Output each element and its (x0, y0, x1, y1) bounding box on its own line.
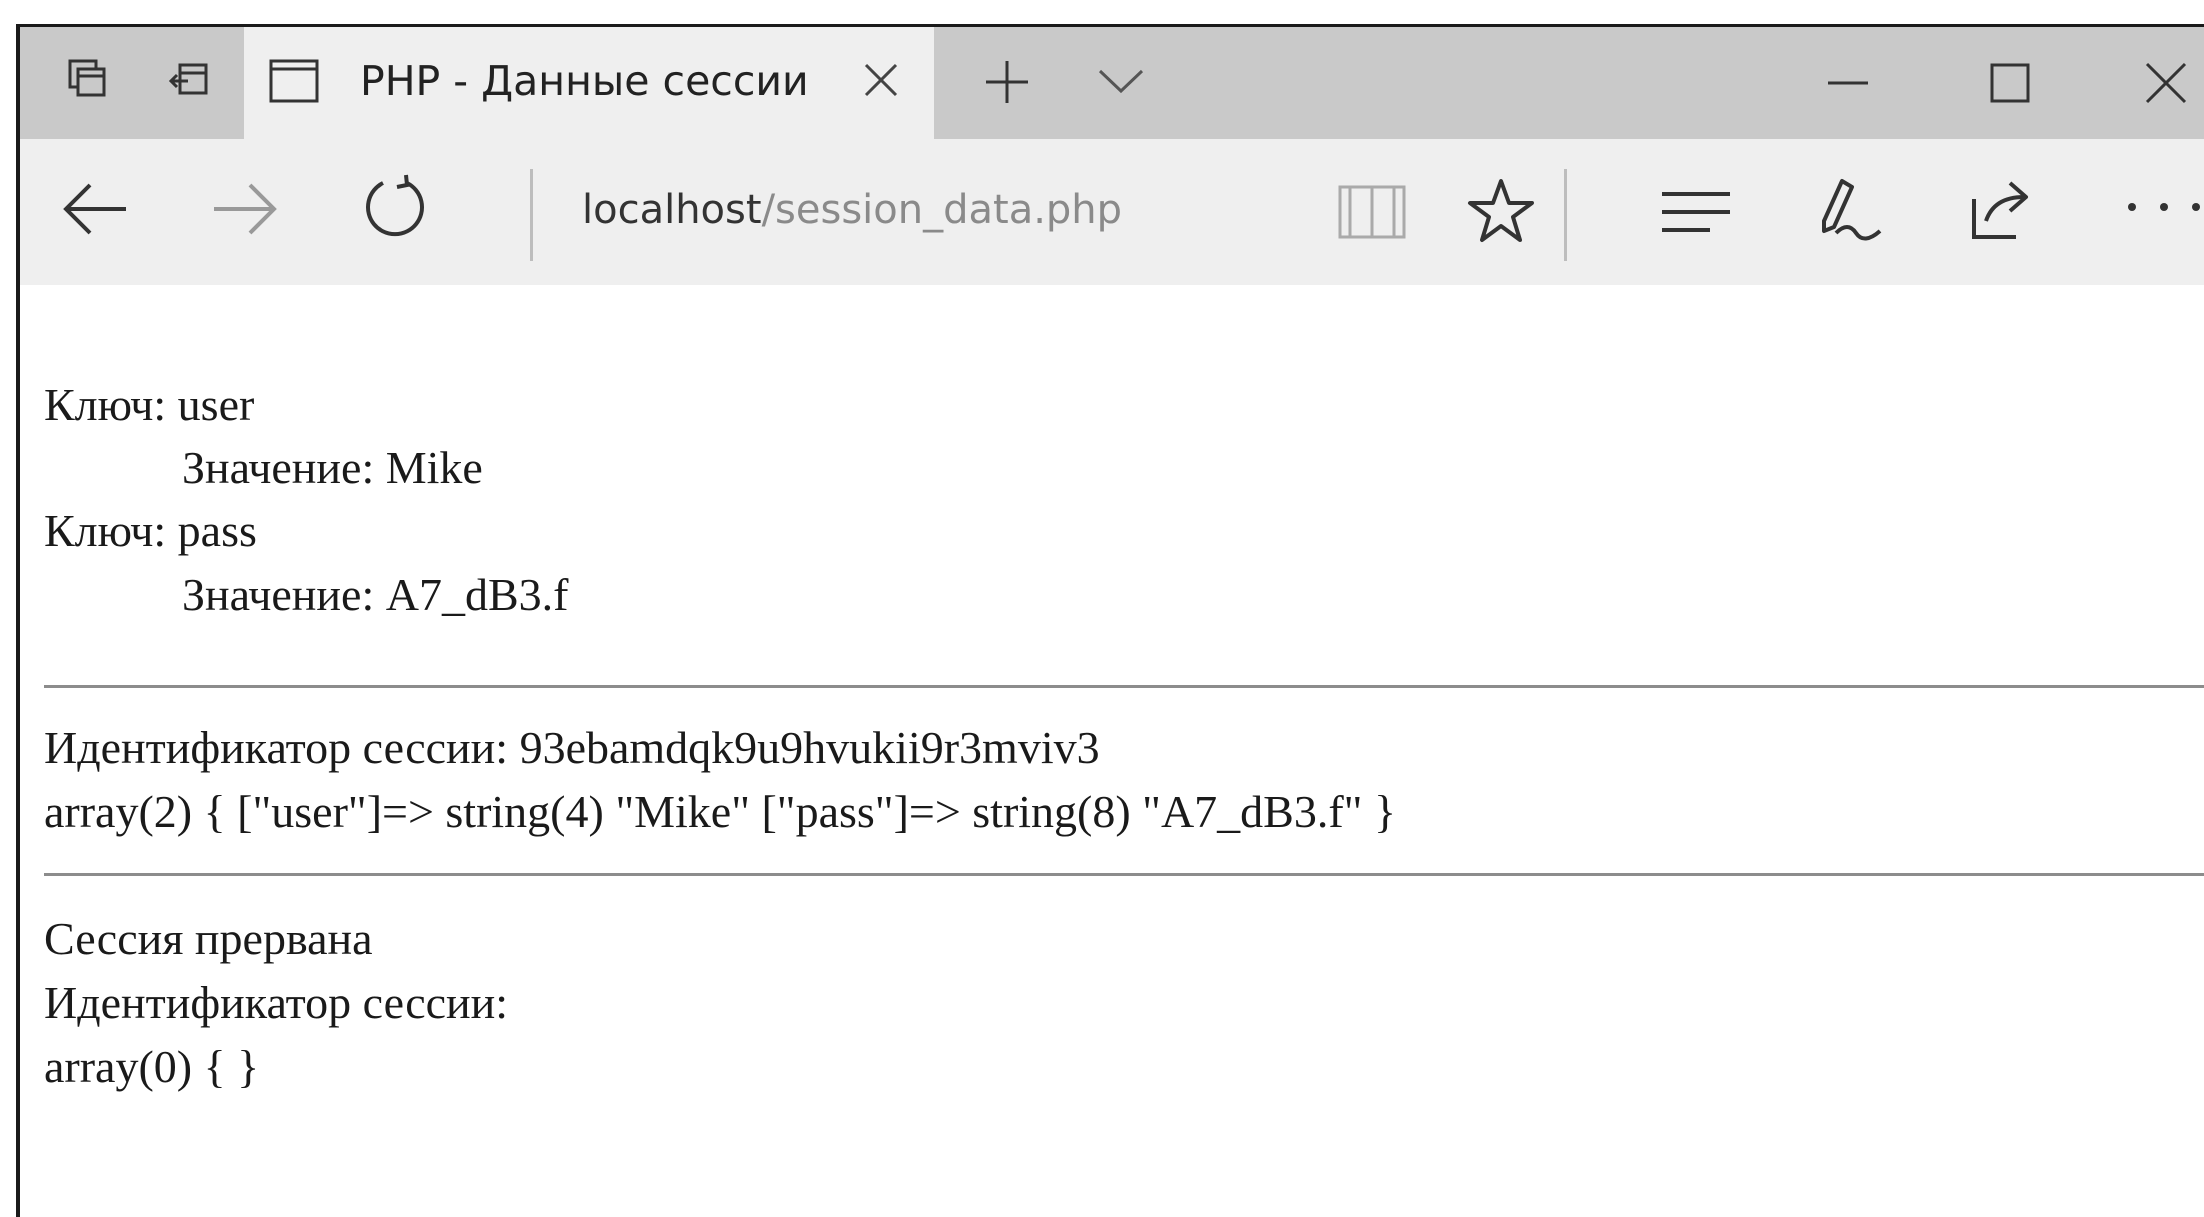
session-destroyed-line: Сессия прервана (44, 913, 373, 964)
refresh-icon[interactable] (360, 173, 430, 243)
close-window-icon[interactable] (2144, 61, 2188, 105)
share-icon[interactable] (1966, 175, 2038, 245)
hub-icon[interactable] (1660, 189, 1732, 235)
title-bar: PHP - Данные сессии (20, 27, 2204, 139)
divider-1 (44, 685, 2204, 688)
session-key-pass: Ключ: pass (44, 505, 257, 556)
web-note-icon[interactable] (1812, 175, 1884, 245)
empty-session-id-line: Идентификатор сессии: (44, 977, 509, 1028)
session-id-line: Идентификатор сессии: 93ebamdqk9u9hvukii… (44, 722, 1100, 773)
address-separator (530, 169, 533, 261)
more-icon[interactable] (2124, 201, 2204, 213)
page-icon (268, 57, 320, 105)
toolbar-separator (1564, 169, 1567, 261)
tab-preview-chevron-icon[interactable] (1096, 67, 1146, 97)
session-dump-line: array(2) { ["user"]=> string(4) "Mike" [… (44, 786, 1397, 837)
address-bar[interactable]: localhost/session_data.php (582, 187, 1122, 233)
maximize-icon[interactable] (1990, 63, 2030, 103)
tab-title: PHP - Данные сессии (360, 57, 809, 105)
minimize-icon[interactable] (1828, 81, 1868, 85)
set-tabs-aside-icon[interactable] (160, 49, 220, 109)
new-tab-icon[interactable] (982, 57, 1032, 107)
close-tab-icon[interactable] (858, 57, 904, 103)
session-key-user: Ключ: user (44, 379, 255, 430)
empty-dump-line: array(0) { } (44, 1041, 260, 1092)
session-value-pass: Значение: A7_dB3.f (182, 569, 569, 620)
reading-view-icon[interactable] (1336, 181, 1408, 243)
favorite-star-icon[interactable] (1466, 177, 1536, 245)
forward-icon[interactable] (210, 179, 280, 239)
navigation-bar: localhost/session_data.php (20, 139, 2204, 285)
back-icon[interactable] (60, 179, 130, 239)
browser-window: PHP - Данные сессии localhost/session_da… (16, 24, 2204, 1217)
session-value-user: Значение: Mike (182, 442, 483, 493)
address-path: /session_data.php (761, 187, 1123, 233)
tabs-aside-icon[interactable] (58, 49, 118, 109)
divider-2 (44, 873, 2204, 876)
active-tab[interactable]: PHP - Данные сессии (244, 27, 934, 139)
address-host: localhost (582, 187, 762, 233)
